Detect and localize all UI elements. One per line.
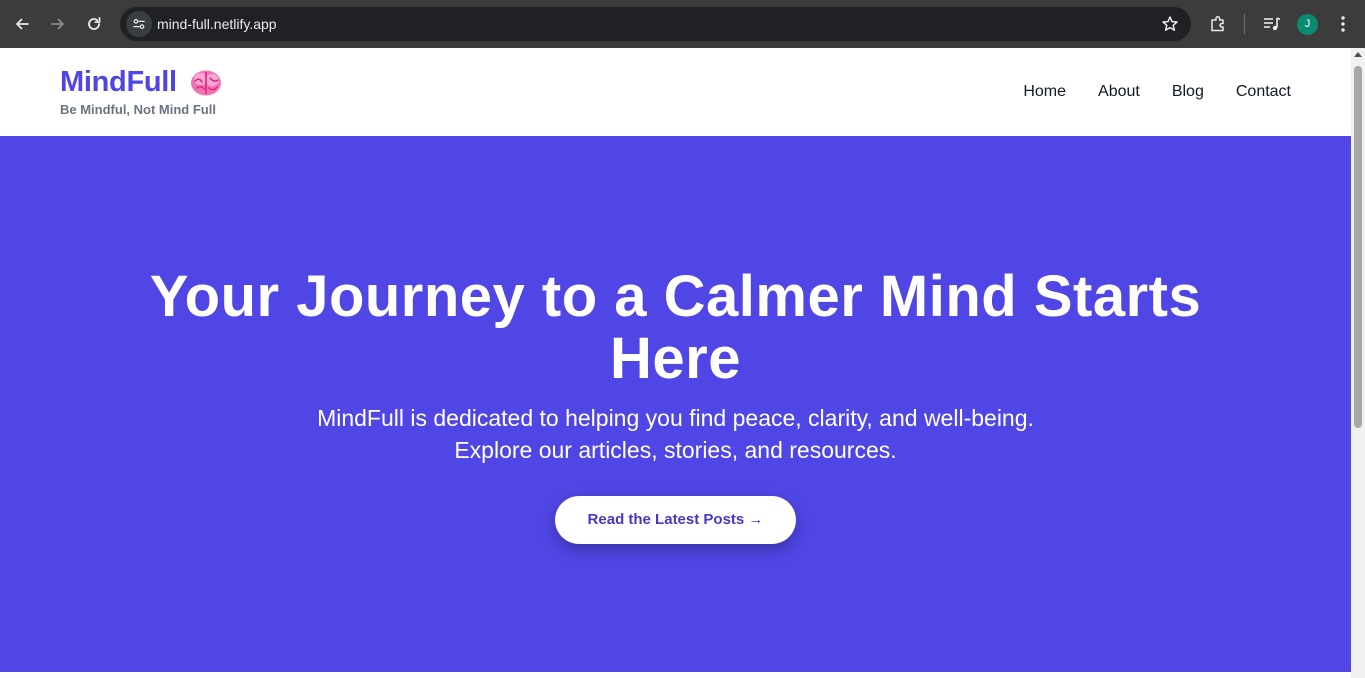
nav-link-home[interactable]: Home xyxy=(1023,83,1066,101)
site-logo[interactable]: MindFull xyxy=(60,66,223,99)
back-button[interactable] xyxy=(9,11,35,37)
address-bar[interactable]: mind-full.netlify.app xyxy=(120,7,1191,41)
main-nav: Home About Blog Contact xyxy=(1023,83,1291,101)
profile-avatar[interactable]: J xyxy=(1297,14,1318,35)
reload-button[interactable] xyxy=(81,11,107,37)
back-arrow-icon xyxy=(16,18,29,30)
bookmark-star-icon[interactable] xyxy=(1161,15,1179,33)
scrollbar-thumb[interactable] xyxy=(1354,66,1362,428)
next-section-edge xyxy=(0,672,1351,678)
media-control-icon[interactable] xyxy=(1262,15,1282,33)
hero-title: Your Journey to a Calmer Mind Starts Her… xyxy=(149,264,1202,391)
site-settings-button[interactable] xyxy=(126,11,152,37)
hero-subtitle: MindFull is dedicated to helping you fin… xyxy=(296,402,1056,466)
scroll-up-arrow-icon[interactable] xyxy=(1354,52,1362,57)
hero-subtitle-line-2: Explore our articles, stories, and resou… xyxy=(454,437,897,463)
site-header: MindFull Be Mindful, Not Mind Full Home … xyxy=(0,48,1351,136)
browser-toolbar: mind-full.netlify.app J xyxy=(0,0,1365,48)
site-settings-icon xyxy=(133,19,145,29)
logo-text[interactable]: MindFull xyxy=(60,66,177,99)
extensions-puzzle-icon[interactable] xyxy=(1208,14,1228,34)
hero-section: Your Journey to a Calmer Mind Starts Her… xyxy=(0,136,1351,672)
page-scrollbar[interactable] xyxy=(1351,48,1365,678)
page-viewport: MindFull Be Mindful, Not Mind Full Home … xyxy=(0,48,1351,678)
toolbar-divider xyxy=(1244,14,1245,34)
site-tagline: Be Mindful, Not Mind Full xyxy=(60,102,216,117)
url-text[interactable]: mind-full.netlify.app xyxy=(157,16,277,32)
kebab-menu-icon[interactable] xyxy=(1336,14,1350,34)
hero-subtitle-line-1: MindFull is dedicated to helping you fin… xyxy=(317,405,1034,431)
brain-icon xyxy=(190,70,221,95)
nav-link-blog[interactable]: Blog xyxy=(1172,83,1204,101)
nav-link-about[interactable]: About xyxy=(1098,83,1140,101)
nav-link-contact[interactable]: Contact xyxy=(1236,83,1291,101)
read-latest-posts-button[interactable]: Read the Latest Posts → xyxy=(555,496,796,544)
reload-icon xyxy=(88,17,101,30)
forward-button[interactable] xyxy=(45,11,71,37)
forward-arrow-icon xyxy=(51,18,64,30)
